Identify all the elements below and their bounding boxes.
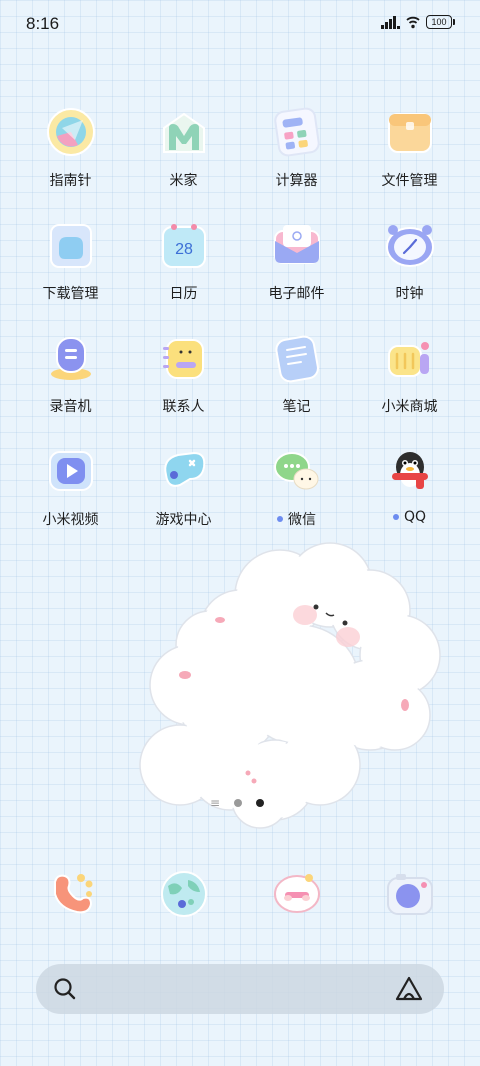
app-label: 录音机 xyxy=(49,399,92,415)
page-dot[interactable] xyxy=(234,799,243,807)
app-recorder[interactable]: 录音机 xyxy=(14,332,127,418)
phone-icon xyxy=(45,868,97,920)
contacts-icon xyxy=(158,332,210,384)
app-calculator[interactable]: 计算器 xyxy=(240,106,353,192)
wifi-icon xyxy=(406,16,420,29)
app-mi-home[interactable]: 米家 xyxy=(127,106,240,192)
app-calendar[interactable]: 28 日历 xyxy=(127,219,240,305)
battery-icon: 100 xyxy=(426,15,455,29)
app-label: 下载管理 xyxy=(42,286,99,302)
wallpaper-fluffy-dog-illustration xyxy=(139,542,441,829)
app-label: 计算器 xyxy=(275,173,318,189)
app-label: 时钟 xyxy=(395,286,424,302)
app-contacts[interactable]: 联系人 xyxy=(127,332,240,418)
page-indicator[interactable]: ≡ xyxy=(210,796,265,810)
new-indicator-dot xyxy=(277,516,283,522)
app-label: 日历 xyxy=(169,286,198,302)
assistant-icon[interactable] xyxy=(394,975,424,1003)
download-manager-icon xyxy=(45,219,97,271)
status-time: 8:16 xyxy=(26,14,60,33)
status-icons: 100 xyxy=(380,15,455,29)
app-label: 微信 xyxy=(277,509,316,529)
svg-text:28: 28 xyxy=(175,241,193,258)
notes-icon xyxy=(271,332,323,384)
calendar-icon: 28 xyxy=(158,219,210,271)
compass-icon xyxy=(45,106,97,158)
mi-video-icon xyxy=(45,445,97,497)
app-grid: 指南针 米家 计算器 文件管理 下载管理 28 日历 电子邮件 时钟 录音机 联… xyxy=(14,106,466,531)
game-center-icon xyxy=(158,445,210,497)
qq-icon xyxy=(384,445,436,497)
mi-store-icon xyxy=(384,332,436,384)
app-label: 游戏中心 xyxy=(155,512,212,528)
signal-icon xyxy=(381,16,400,29)
app-download-manager[interactable]: 下载管理 xyxy=(14,219,127,305)
app-mi-video[interactable]: 小米视频 xyxy=(14,445,127,531)
browser-icon xyxy=(158,868,210,920)
app-compass[interactable]: 指南针 xyxy=(14,106,127,192)
app-label: 米家 xyxy=(169,173,198,189)
search-icon[interactable] xyxy=(52,976,78,1002)
status-bar: 8:16 100 xyxy=(0,0,480,50)
app-label: QQ xyxy=(392,509,426,525)
file-manager-icon xyxy=(384,106,436,158)
app-clock[interactable]: 时钟 xyxy=(353,219,466,305)
new-indicator-dot xyxy=(392,514,399,520)
wechat-icon xyxy=(271,445,323,497)
email-icon xyxy=(271,219,323,271)
menu-lines-icon: ≡ xyxy=(210,796,221,810)
recorder-icon xyxy=(45,332,97,384)
dock-messages[interactable] xyxy=(240,868,353,928)
app-qq[interactable]: QQ xyxy=(353,445,466,531)
dock-camera[interactable] xyxy=(353,868,466,928)
app-label: 笔记 xyxy=(282,399,311,415)
clock-icon xyxy=(384,219,436,271)
app-notes[interactable]: 笔记 xyxy=(240,332,353,418)
app-email[interactable]: 电子邮件 xyxy=(240,219,353,305)
search-bar[interactable] xyxy=(36,964,444,1014)
calculator-icon xyxy=(271,106,323,158)
page-dot-active[interactable] xyxy=(256,799,265,807)
messages-icon xyxy=(271,868,323,920)
camera-icon xyxy=(384,868,436,920)
app-label: 文件管理 xyxy=(381,173,438,189)
dock-browser[interactable] xyxy=(127,868,240,928)
dock xyxy=(14,868,466,928)
app-label: 电子邮件 xyxy=(268,286,325,302)
app-wechat[interactable]: 微信 xyxy=(240,445,353,531)
app-label: 小米商城 xyxy=(381,399,438,415)
mi-home-icon xyxy=(158,106,210,158)
app-mi-store[interactable]: 小米商城 xyxy=(353,332,466,418)
app-label: 联系人 xyxy=(162,399,205,415)
app-game-center[interactable]: 游戏中心 xyxy=(127,445,240,531)
dock-phone[interactable] xyxy=(14,868,127,928)
app-label: 指南针 xyxy=(49,173,92,189)
app-file-manager[interactable]: 文件管理 xyxy=(353,106,466,192)
app-label: 小米视频 xyxy=(42,512,99,528)
